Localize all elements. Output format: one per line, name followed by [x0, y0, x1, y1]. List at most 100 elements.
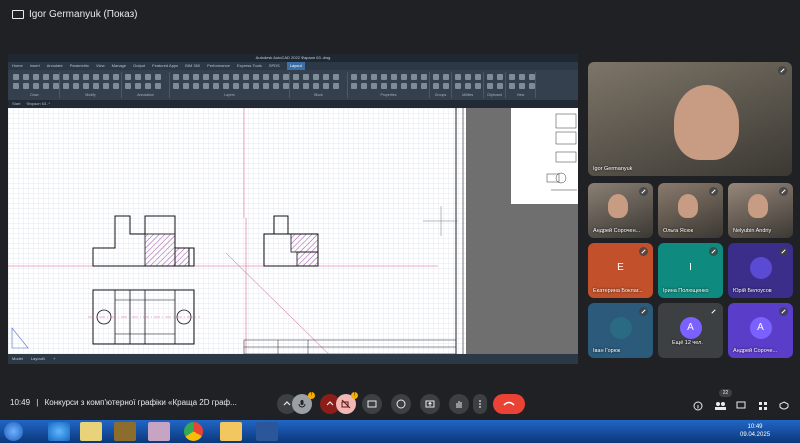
cad-document-tab[interactable]: Фараон 63..*: [26, 100, 50, 108]
cad-tool-icon[interactable]: [73, 83, 79, 89]
cad-tool-icon[interactable]: [233, 74, 239, 80]
cad-tool-icon[interactable]: [443, 74, 449, 80]
shared-screen[interactable]: Autodesk AutoCAD 2022 Фараон 63..dwg Hom…: [8, 54, 578, 364]
cad-tool-icon[interactable]: [303, 74, 309, 80]
cad-tool-icon[interactable]: [213, 74, 219, 80]
cad-tool-icon[interactable]: [361, 83, 367, 89]
cad-tool-icon[interactable]: [381, 83, 387, 89]
chat-icon[interactable]: [736, 398, 746, 416]
cad-tool-icon[interactable]: [529, 83, 535, 89]
participant-tile[interactable]: Андрей Сорочен...: [588, 183, 653, 238]
cad-tool-icon[interactable]: [33, 74, 39, 80]
cad-tool-icon[interactable]: [125, 74, 131, 80]
cad-tool-icon[interactable]: [351, 74, 357, 80]
cad-tool-icon[interactable]: [213, 83, 219, 89]
cad-ribbon-tab[interactable]: Insert: [30, 62, 40, 70]
cad-tool-icon[interactable]: [183, 83, 189, 89]
reactions-button[interactable]: [391, 394, 411, 414]
cad-tool-icon[interactable]: [475, 83, 481, 89]
cad-tool-icon[interactable]: [323, 74, 329, 80]
participant-tile[interactable]: E Екатерина Боклаг...: [588, 243, 653, 298]
cad-ribbon-tab[interactable]: Annotate: [47, 62, 63, 70]
cad-tool-icon[interactable]: [283, 83, 289, 89]
cad-tool-icon[interactable]: [253, 83, 259, 89]
cad-tool-icon[interactable]: [487, 83, 493, 89]
cad-layout-tab[interactable]: Model: [12, 354, 23, 364]
cad-tool-icon[interactable]: [263, 83, 269, 89]
info-icon[interactable]: [693, 398, 703, 416]
activities-icon[interactable]: [758, 398, 768, 416]
host-controls-icon[interactable]: [779, 398, 789, 416]
cad-tool-icon[interactable]: [313, 83, 319, 89]
cad-tool-icon[interactable]: [43, 83, 49, 89]
cad-drawing-canvas[interactable]: [8, 108, 466, 364]
cad-ribbon-tab[interactable]: BIM 360: [185, 62, 200, 70]
media-player-icon[interactable]: [80, 422, 102, 441]
cad-tool-icon[interactable]: [23, 74, 29, 80]
cad-tool-icon[interactable]: [33, 83, 39, 89]
cad-tool-icon[interactable]: [411, 83, 417, 89]
cad-ribbon-tab[interactable]: Express Tools: [237, 62, 262, 70]
cad-tool-icon[interactable]: [323, 83, 329, 89]
cad-tool-icon[interactable]: [401, 83, 407, 89]
cad-tool-icon[interactable]: [293, 83, 299, 89]
cad-ribbon-tab[interactable]: SPDS: [269, 62, 280, 70]
cad-tool-icon[interactable]: [333, 83, 339, 89]
cad-tool-icon[interactable]: [303, 83, 309, 89]
cad-tool-icon[interactable]: [103, 74, 109, 80]
cad-tool-icon[interactable]: [443, 83, 449, 89]
cad-tool-icon[interactable]: [223, 83, 229, 89]
cad-tool-icon[interactable]: [433, 74, 439, 80]
cad-document-tab[interactable]: Start: [12, 100, 20, 108]
cad-tool-icon[interactable]: [421, 83, 427, 89]
cad-tool-icon[interactable]: [203, 74, 209, 80]
cad-ribbon-tab[interactable]: Output: [133, 62, 145, 70]
cad-tool-icon[interactable]: [53, 83, 59, 89]
cad-tool-icon[interactable]: [455, 74, 461, 80]
cad-tool-icon[interactable]: [391, 83, 397, 89]
cad-ribbon-tab[interactable]: Home: [12, 62, 23, 70]
cad-tool-icon[interactable]: [145, 83, 151, 89]
cad-tool-icon[interactable]: [465, 83, 471, 89]
cad-tool-icon[interactable]: [433, 83, 439, 89]
cad-tool-icon[interactable]: [283, 74, 289, 80]
cad-tool-icon[interactable]: [63, 83, 69, 89]
cad-tool-icon[interactable]: [125, 83, 131, 89]
cad-tool-icon[interactable]: [361, 74, 367, 80]
cad-tool-icon[interactable]: [73, 74, 79, 80]
cad-tool-icon[interactable]: [333, 74, 339, 80]
cad-tool-icon[interactable]: [93, 83, 99, 89]
cad-ribbon-tab[interactable]: Performance: [207, 62, 230, 70]
cad-tool-icon[interactable]: [13, 74, 19, 80]
cad-tool-icon[interactable]: [253, 74, 259, 80]
cad-ribbon-tab[interactable]: View: [96, 62, 105, 70]
cad-tool-icon[interactable]: [455, 83, 461, 89]
cad-layout-tab[interactable]: Layout1: [31, 354, 45, 364]
cad-tool-icon[interactable]: [113, 74, 119, 80]
cad-ribbon-tab[interactable]: Manage: [112, 62, 126, 70]
cad-tool-icon[interactable]: [519, 83, 525, 89]
cad-layout-tab[interactable]: +: [53, 354, 55, 364]
cad-tool-icon[interactable]: [371, 74, 377, 80]
cad-tool-icon[interactable]: [23, 83, 29, 89]
cad-tool-icon[interactable]: [381, 74, 387, 80]
cad-tool-icon[interactable]: [83, 83, 89, 89]
cad-tool-icon[interactable]: [529, 74, 535, 80]
cad-tool-icon[interactable]: [411, 74, 417, 80]
cad-tool-icon[interactable]: [273, 83, 279, 89]
cad-tool-icon[interactable]: [113, 83, 119, 89]
participant-tile[interactable]: Юрій Белоусов: [728, 243, 793, 298]
cad-tool-icon[interactable]: [193, 74, 199, 80]
cad-tool-icon[interactable]: [509, 74, 515, 80]
word-icon[interactable]: [256, 422, 278, 441]
cad-tool-icon[interactable]: [13, 83, 19, 89]
cad-tool-icon[interactable]: [53, 74, 59, 80]
cad-tool-icon[interactable]: [63, 74, 69, 80]
cad-tool-icon[interactable]: [135, 83, 141, 89]
raise-hand-button[interactable]: [449, 394, 469, 414]
cad-tool-icon[interactable]: [497, 74, 503, 80]
present-button[interactable]: [420, 394, 440, 414]
cad-tool-icon[interactable]: [243, 74, 249, 80]
participant-tile[interactable]: A Андрей Сороче...: [728, 303, 793, 358]
cad-tool-icon[interactable]: [223, 74, 229, 80]
